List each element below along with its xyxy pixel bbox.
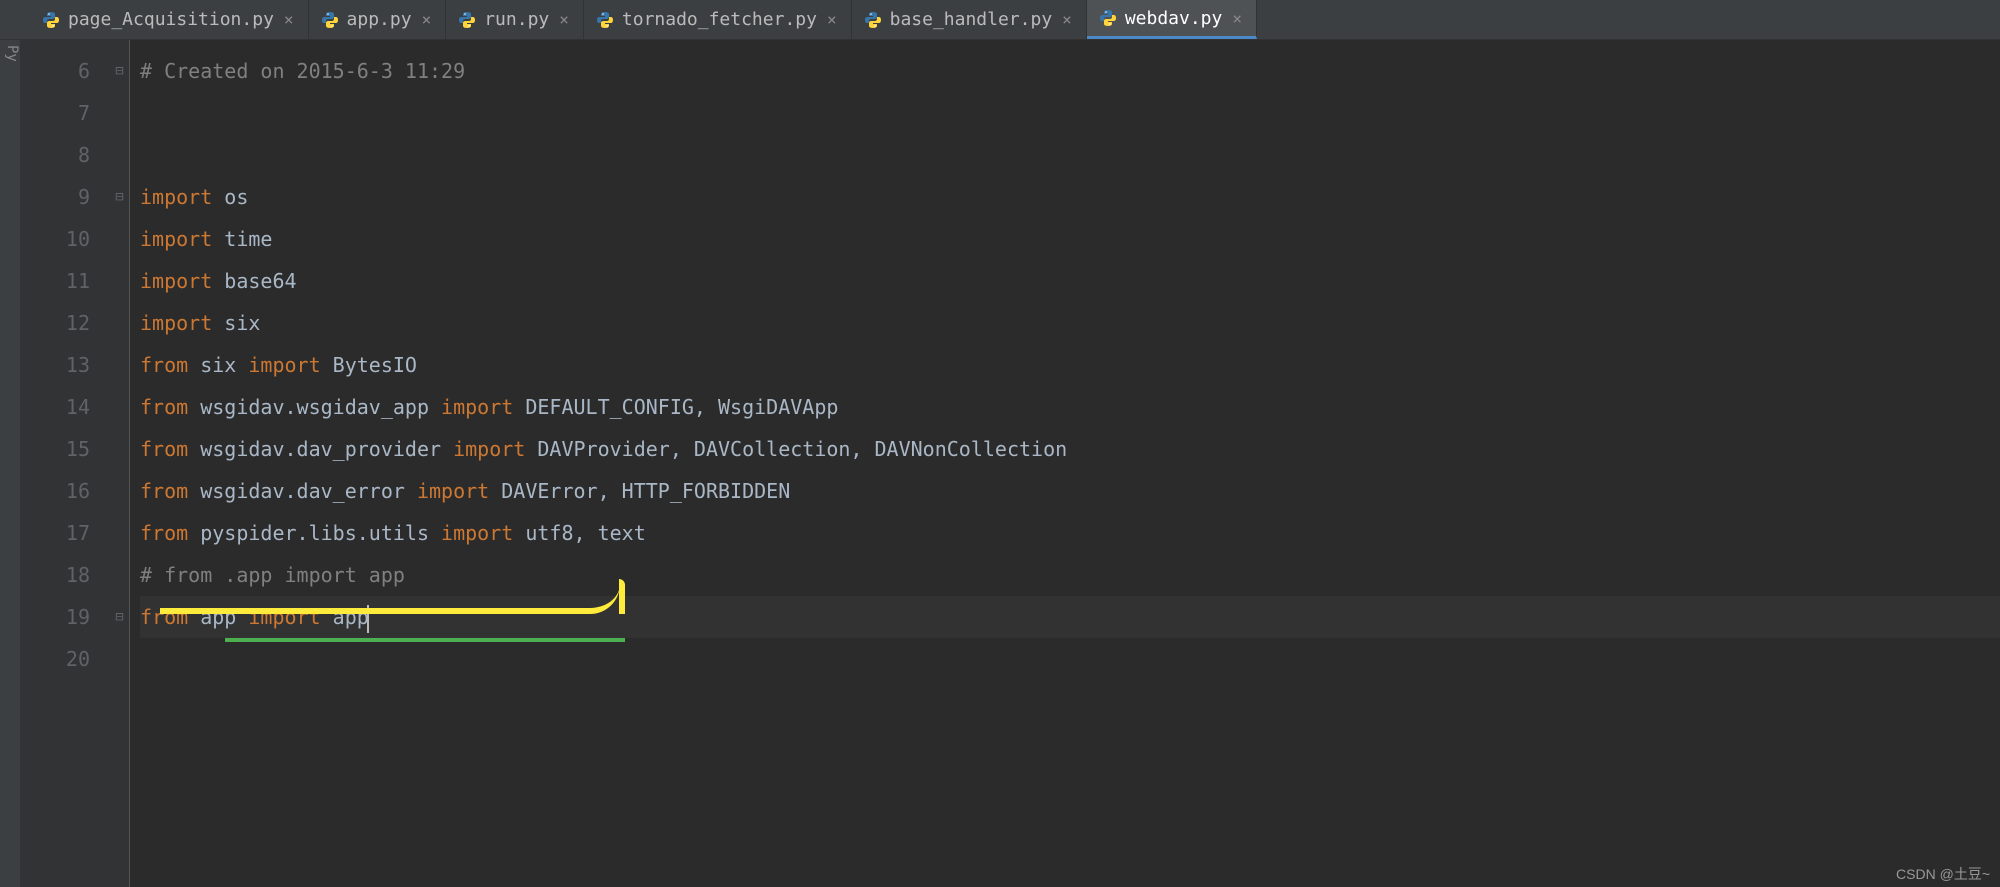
fold-icon[interactable]: ⊟ [110,50,129,92]
line-number[interactable]: 7 [20,92,90,134]
python-file-icon [596,11,614,29]
line-number[interactable]: 11 [20,260,90,302]
line-number[interactable]: 10 [20,218,90,260]
tab-label: tornado_fetcher.py [622,9,817,30]
python-file-icon [321,11,339,29]
python-file-icon [1099,9,1117,27]
line-number[interactable]: 9 [20,176,90,218]
close-icon[interactable]: × [282,10,296,29]
code-line: from wsgidav.dav_error import DAVError, … [140,470,2000,512]
tab-label: run.py [484,9,549,30]
python-file-icon [42,11,60,29]
close-icon[interactable]: × [557,10,571,29]
code-line-current: from app import app [140,596,2000,638]
line-number[interactable]: 6 [20,50,90,92]
editor-area: Py 67891011121314151617181920 ⊟ ⊟ ⊟ # Cr… [0,40,2000,887]
tab-tornado-fetcher[interactable]: tornado_fetcher.py × [584,0,852,39]
line-number[interactable]: 14 [20,386,90,428]
code-line: # Created on 2015-6-3 11:29 [140,50,2000,92]
close-icon[interactable]: × [825,10,839,29]
tab-page-acquisition[interactable]: page_Acquisition.py × [30,0,309,39]
code-line: import os [140,176,2000,218]
code-text-area[interactable]: # Created on 2015-6-3 11:29 import os im… [130,40,2000,887]
line-number[interactable]: 15 [20,428,90,470]
tab-run[interactable]: run.py × [446,0,584,39]
watermark-text: CSDN @土豆~ [1896,864,1990,884]
close-icon[interactable]: × [1230,9,1244,28]
code-line: from six import BytesIO [140,344,2000,386]
line-number[interactable]: 18 [20,554,90,596]
code-fold-gutter[interactable]: ⊟ ⊟ ⊟ [110,40,130,887]
fold-icon[interactable]: ⊟ [110,596,129,638]
code-line [140,638,2000,680]
python-file-icon [458,11,476,29]
tab-label: app.py [347,9,412,30]
fold-icon[interactable]: ⊟ [110,176,129,218]
line-number[interactable]: 13 [20,344,90,386]
left-tool-strip[interactable]: Py [0,40,20,887]
code-line [140,92,2000,134]
close-icon[interactable]: × [1060,10,1074,29]
tab-webdav[interactable]: webdav.py × [1087,0,1257,39]
close-icon[interactable]: × [420,10,434,29]
line-number-gutter[interactable]: 67891011121314151617181920 [20,40,110,887]
tab-label: base_handler.py [890,9,1053,30]
tab-label: page_Acquisition.py [68,9,274,30]
tab-bar: page_Acquisition.py × app.py × run.py × … [0,0,2000,40]
tab-app[interactable]: app.py × [309,0,447,39]
code-line: import six [140,302,2000,344]
code-line: import time [140,218,2000,260]
text-cursor [367,605,369,633]
code-line: # from .app import app [140,554,2000,596]
tab-label: webdav.py [1125,8,1223,29]
line-number[interactable]: 12 [20,302,90,344]
line-number[interactable]: 8 [20,134,90,176]
line-number[interactable]: 20 [20,638,90,680]
code-line: from wsgidav.wsgidav_app import DEFAULT_… [140,386,2000,428]
line-number[interactable]: 19 [20,596,90,638]
line-number[interactable]: 17 [20,512,90,554]
line-number[interactable]: 16 [20,470,90,512]
code-line: import base64 [140,260,2000,302]
code-line: from pyspider.libs.utils import utf8, te… [140,512,2000,554]
python-file-icon [864,11,882,29]
code-line [140,134,2000,176]
tab-base-handler[interactable]: base_handler.py × [852,0,1087,39]
code-line: from wsgidav.dav_provider import DAVProv… [140,428,2000,470]
